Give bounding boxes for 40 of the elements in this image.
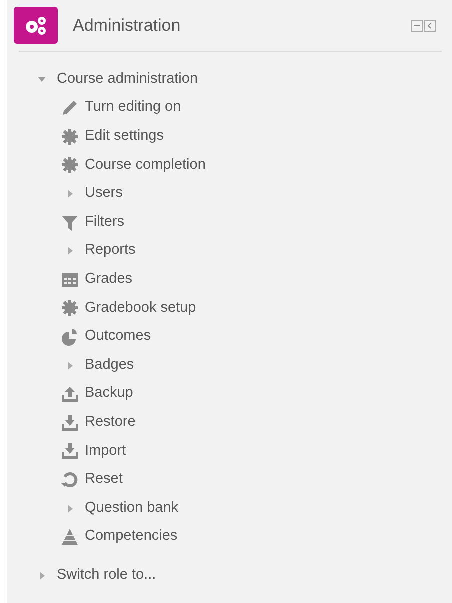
- tree-item-label[interactable]: Badges: [85, 354, 134, 377]
- tree-item-label[interactable]: Gradebook setup: [85, 298, 196, 320]
- tree-item-label[interactable]: Grades: [85, 268, 133, 291]
- pencil-icon: [61, 99, 79, 118]
- caret-right-icon[interactable]: [65, 246, 75, 256]
- tree-item-label[interactable]: Edit settings: [85, 126, 164, 148]
- table-icon: [61, 270, 79, 289]
- admin-gears-icon: [14, 7, 58, 44]
- tree-item-label[interactable]: Restore: [85, 412, 136, 434]
- block-title: Administration: [73, 14, 182, 37]
- gear-icon: [61, 128, 79, 146]
- tree-item-label[interactable]: Competencies: [85, 526, 178, 548]
- download-icon: [61, 442, 79, 460]
- caret-right-icon[interactable]: [37, 570, 47, 580]
- caret-right-icon[interactable]: [65, 189, 75, 200]
- tree-item-label[interactable]: Turn editing on: [85, 97, 182, 120]
- gear-icon: [61, 156, 79, 174]
- pie-chart-icon: [61, 328, 79, 346]
- tree-item-label[interactable]: Reports: [85, 240, 136, 262]
- reset-icon: [61, 471, 79, 490]
- tree-node-label[interactable]: Course administration: [57, 69, 198, 91]
- dock-button[interactable]: [424, 20, 436, 32]
- tree-item-label[interactable]: Import: [85, 440, 126, 462]
- download-icon: [61, 414, 79, 432]
- pyramid-icon: [61, 528, 79, 546]
- tree-item-label[interactable]: Users: [85, 183, 123, 205]
- gear-icon: [61, 299, 79, 318]
- tree-item-label[interactable]: Reset: [85, 469, 123, 491]
- upload-icon: [61, 385, 79, 404]
- tree-item-label[interactable]: Outcomes: [85, 326, 152, 348]
- minimize-button[interactable]: [411, 20, 423, 32]
- tree-item-label[interactable]: Course completion: [85, 154, 206, 176]
- caret-right-icon[interactable]: [65, 504, 75, 514]
- tree-node-label[interactable]: Switch role to...: [57, 564, 156, 586]
- tree-item-label[interactable]: Question bank: [85, 498, 179, 520]
- caret-right-icon[interactable]: [65, 360, 75, 371]
- chevron-left-icon: [427, 22, 433, 28]
- tree-item-label[interactable]: Backup: [85, 383, 134, 406]
- filter-icon: [61, 214, 79, 232]
- tree-item-label[interactable]: Filters: [85, 212, 124, 234]
